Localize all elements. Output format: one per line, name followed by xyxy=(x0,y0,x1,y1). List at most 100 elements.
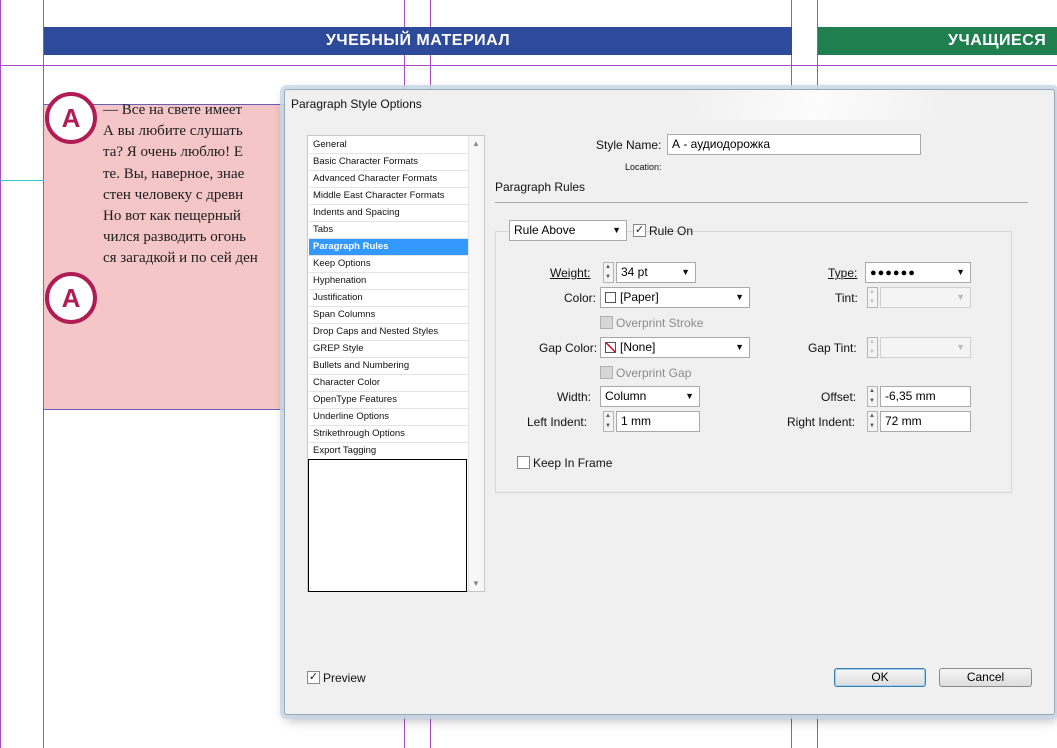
chevron-down-icon: ▼ xyxy=(956,267,965,277)
gap-tint-field: ▼ xyxy=(880,337,971,358)
gap-color-value: [None] xyxy=(620,340,656,354)
rule-select[interactable]: Rule Above ▼ xyxy=(509,220,627,241)
right-indent-input[interactable]: 72 mm xyxy=(880,411,971,432)
tint-stepper: ▲ ▼ xyxy=(867,287,878,308)
text-line: стен человеку с древн xyxy=(103,186,244,203)
width-label: Width: xyxy=(557,390,592,404)
title-bar-glare xyxy=(685,90,1015,120)
text-line: те. Вы, наверное, знае xyxy=(103,165,245,182)
overprint-stroke-label: Overprint Stroke xyxy=(616,316,704,330)
width-select[interactable]: Column ▼ xyxy=(600,386,700,407)
width-value: Column xyxy=(605,389,647,403)
text-line: чился разводить огонь xyxy=(103,229,246,246)
category-justification[interactable]: Justification xyxy=(309,290,469,307)
weight-field[interactable]: 34 pt ▼ xyxy=(616,262,696,283)
category-underline-options[interactable]: Underline Options xyxy=(309,409,469,426)
badge-a: A xyxy=(45,272,97,324)
location-label: Location: xyxy=(625,162,662,172)
overprint-stroke-checkbox xyxy=(600,316,613,329)
category-bullets-and-numbering[interactable]: Bullets and Numbering xyxy=(309,358,469,375)
type-label: Type: xyxy=(828,266,857,280)
gap-tint-stepper: ▲ ▼ xyxy=(867,337,878,358)
tint-field: ▼ xyxy=(880,287,971,308)
text-line: — Все на свете имеет xyxy=(103,102,243,118)
color-label: Color: xyxy=(564,291,597,305)
category-general[interactable]: General xyxy=(309,137,469,154)
color-value: [Paper] xyxy=(620,290,659,304)
rule-on-label: Rule On xyxy=(649,224,694,238)
category-preview-area xyxy=(308,459,467,592)
category-indents-and-spacing[interactable]: Indents and Spacing xyxy=(309,205,469,222)
right-indent-label: Right Indent: xyxy=(787,415,856,429)
offset-input[interactable]: -6,35 mm xyxy=(880,386,971,407)
style-name-input[interactable]: А - аудиодорожка xyxy=(667,134,921,155)
text-line: та? Я очень люблю! Е xyxy=(103,144,244,161)
left-indent-label: Left Indent: xyxy=(527,415,588,429)
weight-value: 34 pt xyxy=(621,265,648,279)
category-character-color[interactable]: Character Color xyxy=(309,375,469,392)
text-line: ся загадкой и по сей ден xyxy=(103,250,258,267)
text-line: А вы любите слушать xyxy=(103,123,243,140)
margin-guide xyxy=(0,65,1057,66)
body-text: — Все на свете имеет А вы любите слушать… xyxy=(103,100,293,280)
category-advanced-character-formats[interactable]: Advanced Character Formats xyxy=(309,171,469,188)
text-line: Но вот как пещерный xyxy=(103,208,241,225)
category-list-panel: General Basic Character Formats Advanced… xyxy=(307,135,485,592)
category-tabs[interactable]: Tabs xyxy=(309,222,469,239)
overprint-gap-checkbox xyxy=(600,366,613,379)
category-basic-character-formats[interactable]: Basic Character Formats xyxy=(309,154,469,171)
overprint-gap-label: Overprint Gap xyxy=(616,366,692,380)
category-opentype-features[interactable]: OpenType Features xyxy=(309,392,469,409)
offset-stepper[interactable]: ▲ ▼ xyxy=(867,386,878,407)
weight-label: Weight: xyxy=(550,266,590,280)
tint-label: Tint: xyxy=(835,291,858,305)
paragraph-style-options-dialog: Paragraph Style Options General Basic Ch… xyxy=(284,89,1055,715)
cancel-button[interactable]: Cancel xyxy=(939,668,1032,687)
chevron-down-icon: ▼ xyxy=(956,342,965,352)
category-paragraph-rules[interactable]: Paragraph Rules xyxy=(309,239,469,256)
category-scrollbar[interactable]: ▲ ▼ xyxy=(468,136,484,591)
chevron-down-icon: ▼ xyxy=(735,292,744,302)
gap-color-select[interactable]: [None] ▼ xyxy=(600,337,750,358)
category-strikethrough-options[interactable]: Strikethrough Options xyxy=(309,426,469,443)
chevron-down-icon: ▼ xyxy=(956,292,965,302)
banner-study-material: УЧЕБНЫЙ МАТЕРИАЛ xyxy=(44,27,792,55)
offset-label: Offset: xyxy=(821,390,857,404)
type-label-text: Type: xyxy=(828,266,858,280)
keep-in-frame-checkbox[interactable] xyxy=(517,456,530,469)
right-indent-stepper[interactable]: ▲ ▼ xyxy=(867,411,878,432)
banner-students: УЧАЩИЕСЯ xyxy=(818,27,1057,55)
badge-a: A xyxy=(45,92,97,144)
preview-label: Preview xyxy=(323,671,366,685)
left-indent-stepper[interactable]: ▲ ▼ xyxy=(603,411,614,432)
category-middle-east-character-formats[interactable]: Middle East Character Formats xyxy=(309,188,469,205)
category-drop-caps-and-nested-styles[interactable]: Drop Caps and Nested Styles xyxy=(309,324,469,341)
category-span-columns[interactable]: Span Columns xyxy=(309,307,469,324)
column-guide xyxy=(0,0,1,748)
category-export-tagging[interactable]: Export Tagging xyxy=(309,443,469,460)
chevron-down-icon: ▼ xyxy=(735,342,744,352)
preview-checkbox[interactable]: ✓ xyxy=(307,671,320,684)
chevron-down-icon: ▼ xyxy=(685,391,694,401)
keep-in-frame-label: Keep In Frame xyxy=(533,456,613,470)
weight-label-text: Weight: xyxy=(550,266,591,280)
ok-button[interactable]: OK xyxy=(834,668,926,687)
weight-stepper[interactable]: ▲ ▼ xyxy=(603,262,614,283)
gap-color-label: Gap Color: xyxy=(539,341,598,355)
dialog-title: Paragraph Style Options xyxy=(291,97,422,111)
chevron-down-icon: ▼ xyxy=(681,267,690,277)
scroll-up-icon[interactable]: ▲ xyxy=(472,139,480,148)
paper-swatch-icon xyxy=(605,292,616,303)
chevron-down-icon: ▼ xyxy=(612,225,621,235)
category-keep-options[interactable]: Keep Options xyxy=(309,256,469,273)
left-indent-input[interactable]: 1 mm xyxy=(616,411,700,432)
rule-on-checkbox[interactable]: ✓ xyxy=(633,224,646,237)
color-select[interactable]: [Paper] ▼ xyxy=(600,287,750,308)
type-select[interactable]: ●●●●●● ▼ xyxy=(865,262,971,283)
category-list: General Basic Character Formats Advanced… xyxy=(309,137,469,460)
category-grep-style[interactable]: GREP Style xyxy=(309,341,469,358)
category-hyphenation[interactable]: Hyphenation xyxy=(309,273,469,290)
section-title: Paragraph Rules xyxy=(495,180,586,194)
none-swatch-icon xyxy=(605,342,616,353)
scroll-down-icon[interactable]: ▼ xyxy=(472,579,480,588)
